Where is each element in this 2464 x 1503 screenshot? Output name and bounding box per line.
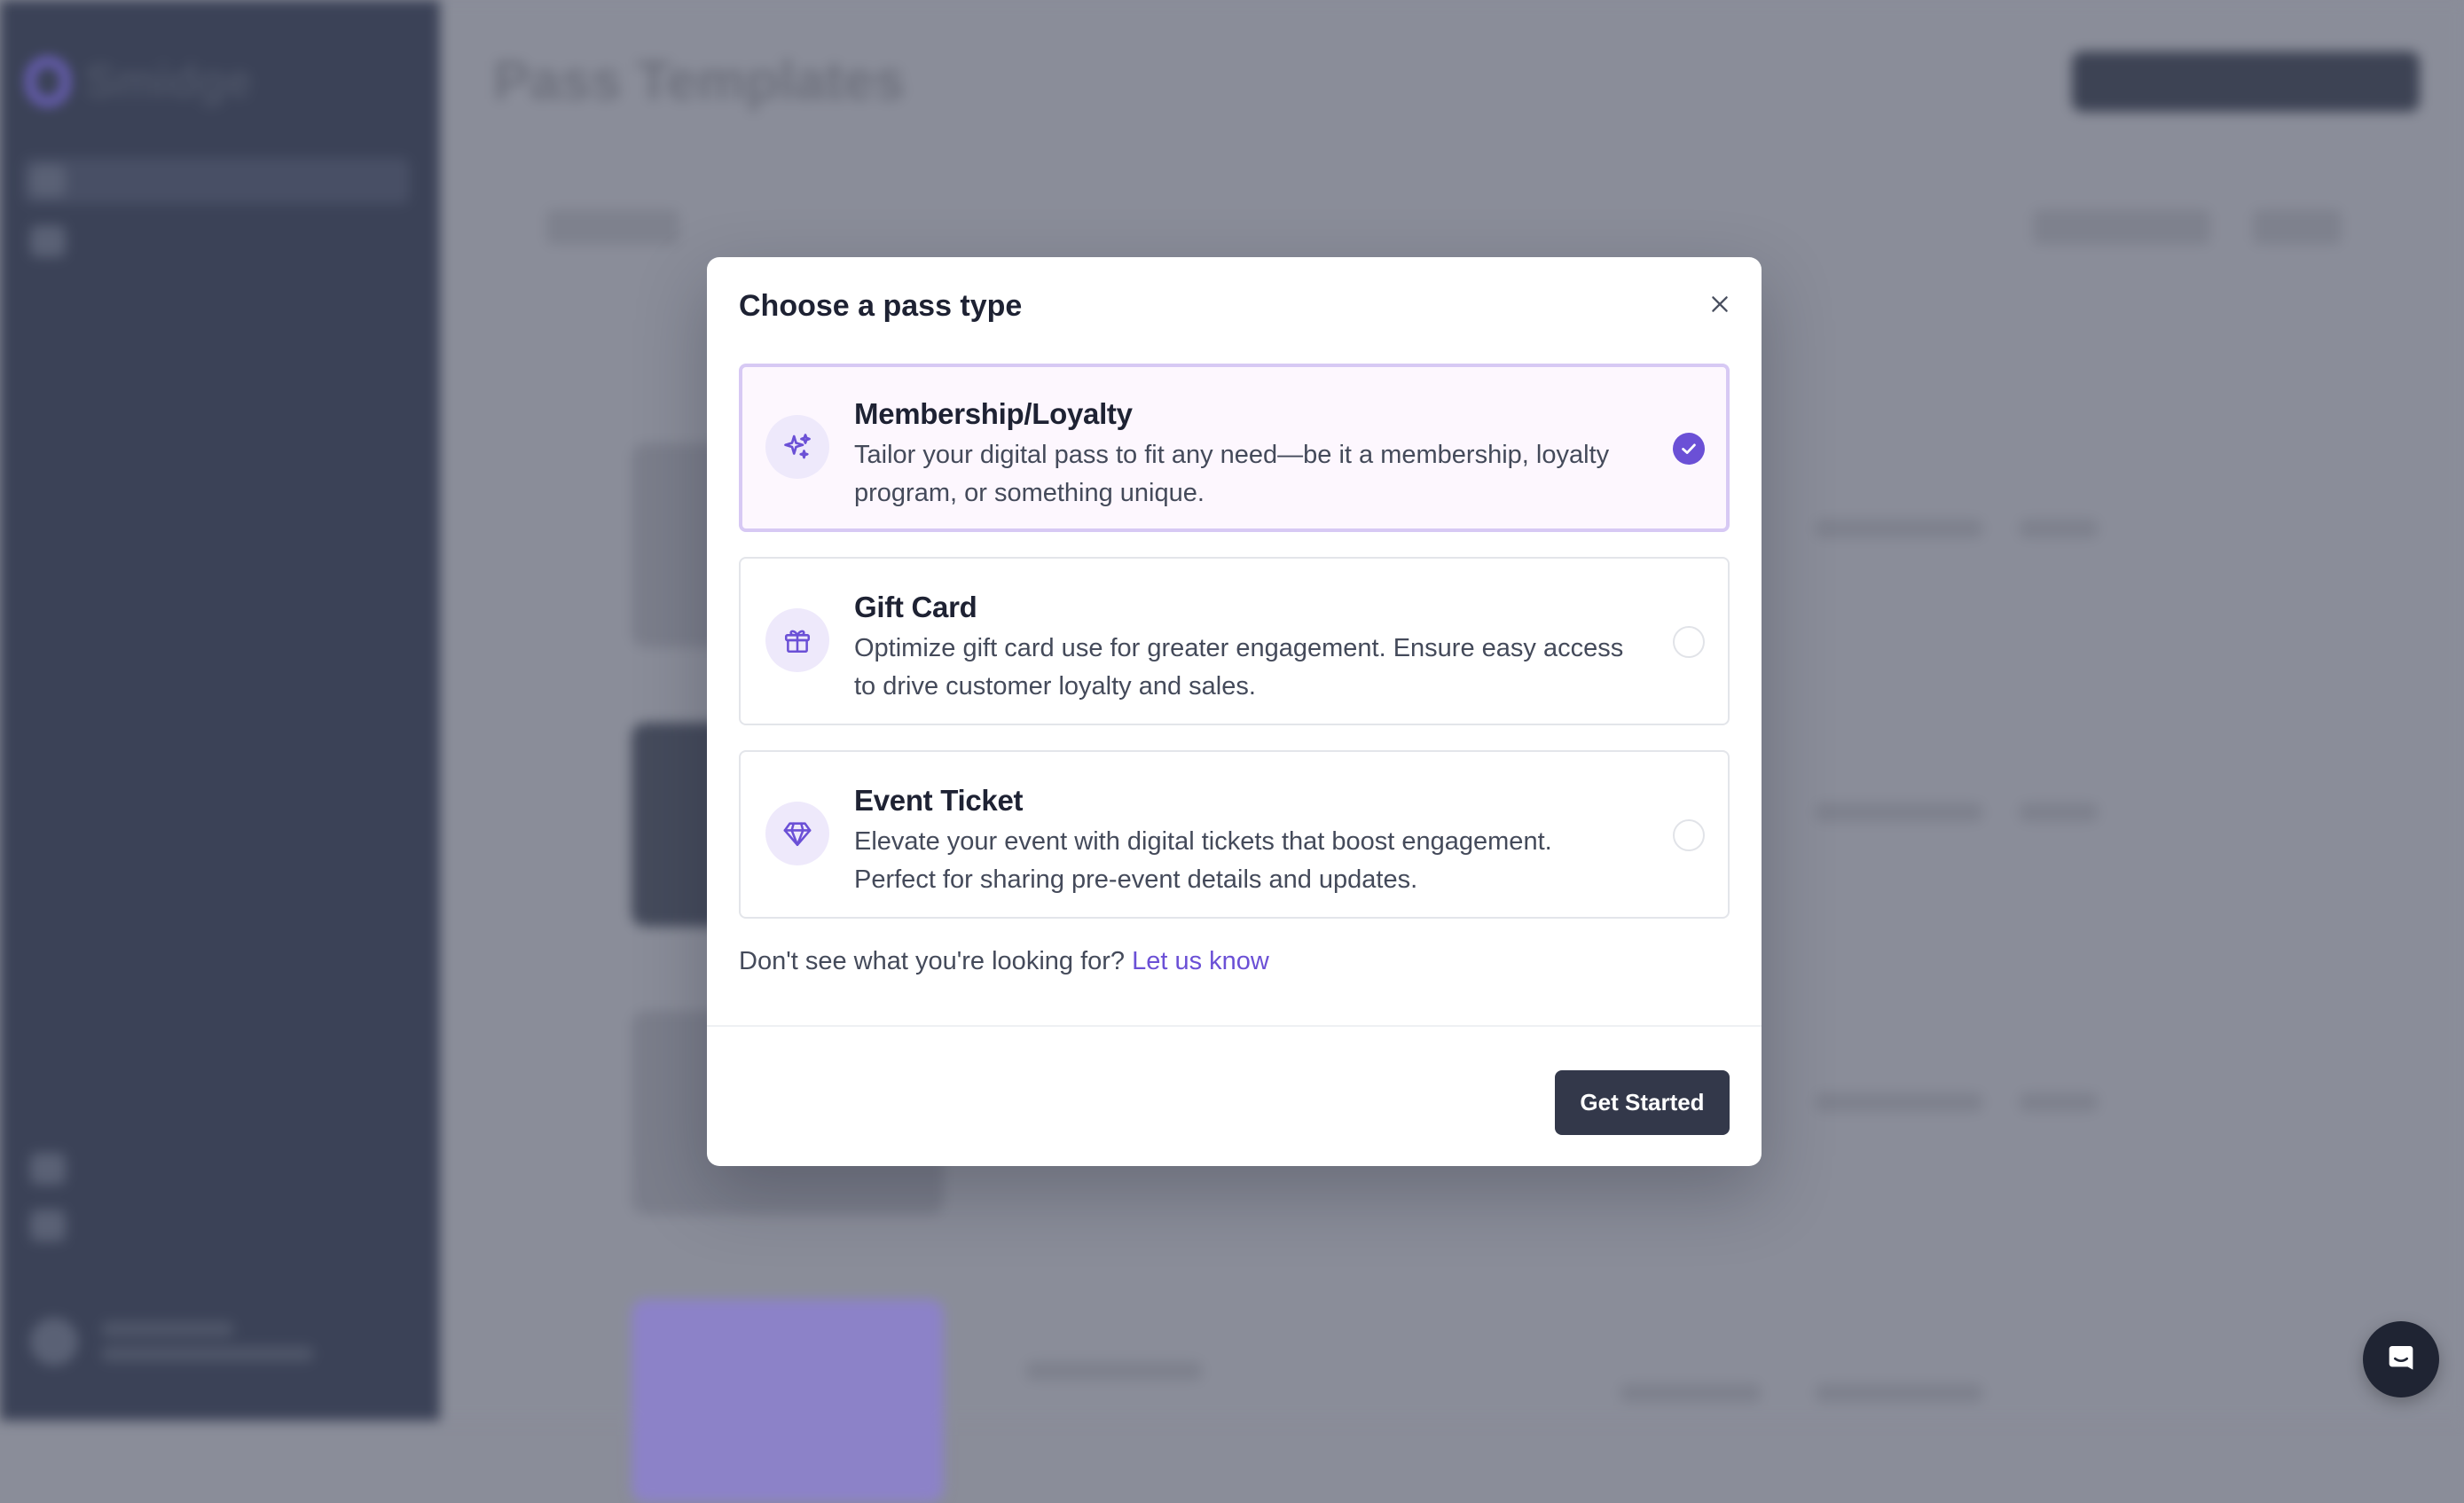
option-icon-badge bbox=[765, 608, 829, 672]
help-icon bbox=[30, 1153, 66, 1185]
sidebar-active-highlight bbox=[23, 158, 410, 204]
filter-button[interactable] bbox=[2033, 209, 2210, 245]
template-thumbnail[interactable] bbox=[632, 1299, 944, 1503]
check-icon bbox=[1682, 443, 1696, 454]
list-icon bbox=[30, 225, 66, 257]
sparkles-icon bbox=[784, 434, 811, 459]
option-membership-loyalty[interactable]: Membership/Loyalty Tailor your digital p… bbox=[739, 364, 1730, 532]
diamond-icon bbox=[783, 822, 812, 847]
dialog-title: Choose a pass type bbox=[739, 289, 1023, 323]
option-icon-badge bbox=[765, 802, 829, 865]
sidebar-item-settings[interactable] bbox=[30, 1209, 66, 1241]
brand: Smidge bbox=[27, 55, 252, 108]
page-title: Pass Templates bbox=[493, 51, 906, 112]
close-icon bbox=[1712, 296, 1728, 312]
help-prompt: Don't see what you're looking for? bbox=[739, 947, 1133, 975]
option-description: Elevate your event with digital tickets … bbox=[854, 827, 1552, 894]
option-icon-badge bbox=[765, 415, 829, 479]
option-radio[interactable] bbox=[1673, 819, 1705, 851]
option-radio[interactable] bbox=[1673, 626, 1705, 658]
template-icon bbox=[30, 165, 66, 197]
gear-icon bbox=[30, 1209, 66, 1241]
close-button[interactable] bbox=[1698, 282, 1742, 326]
option-title: Membership/Loyalty bbox=[854, 397, 1133, 430]
choose-pass-type-dialog: Choose a pass type Membership/Loyalty Ta… bbox=[707, 257, 1762, 1166]
sort-button[interactable] bbox=[2253, 209, 2342, 245]
option-title: Event Ticket bbox=[854, 784, 1024, 817]
let-us-know-link[interactable]: Let us know bbox=[1132, 947, 1269, 975]
user-profile[interactable] bbox=[30, 1312, 314, 1371]
option-title: Gift Card bbox=[854, 591, 977, 623]
gift-icon bbox=[784, 630, 811, 654]
get-started-button[interactable]: Get Started bbox=[1555, 1070, 1730, 1135]
sidebar: Smidge bbox=[0, 0, 440, 1421]
sidebar-item-secondary[interactable] bbox=[30, 225, 66, 257]
app-root: Smidge Pass Templates Choose a pass type… bbox=[0, 0, 2464, 1503]
option-gift-card[interactable]: Gift Card Optimize gift card use for gre… bbox=[739, 557, 1730, 725]
logo-icon bbox=[27, 58, 69, 106]
search-input[interactable] bbox=[546, 209, 679, 245]
chat-launcher-button[interactable] bbox=[2363, 1321, 2439, 1397]
option-event-ticket[interactable]: Event Ticket Elevate your event with dig… bbox=[739, 750, 1730, 919]
footer-divider bbox=[707, 1025, 1762, 1027]
sidebar-item-pass-templates[interactable] bbox=[30, 165, 66, 197]
sidebar-item-support[interactable] bbox=[30, 1153, 66, 1185]
avatar bbox=[30, 1318, 78, 1366]
help-text: Don't see what you're looking for? Let u… bbox=[739, 947, 1269, 976]
chat-icon bbox=[2389, 1346, 2413, 1370]
option-radio-selected[interactable] bbox=[1673, 433, 1705, 465]
brand-name: Smidge bbox=[85, 56, 252, 107]
create-template-button[interactable] bbox=[2072, 51, 2420, 112]
option-description: Tailor your digital pass to fit any need… bbox=[854, 441, 1610, 507]
option-description: Optimize gift card use for greater engag… bbox=[854, 634, 1624, 701]
